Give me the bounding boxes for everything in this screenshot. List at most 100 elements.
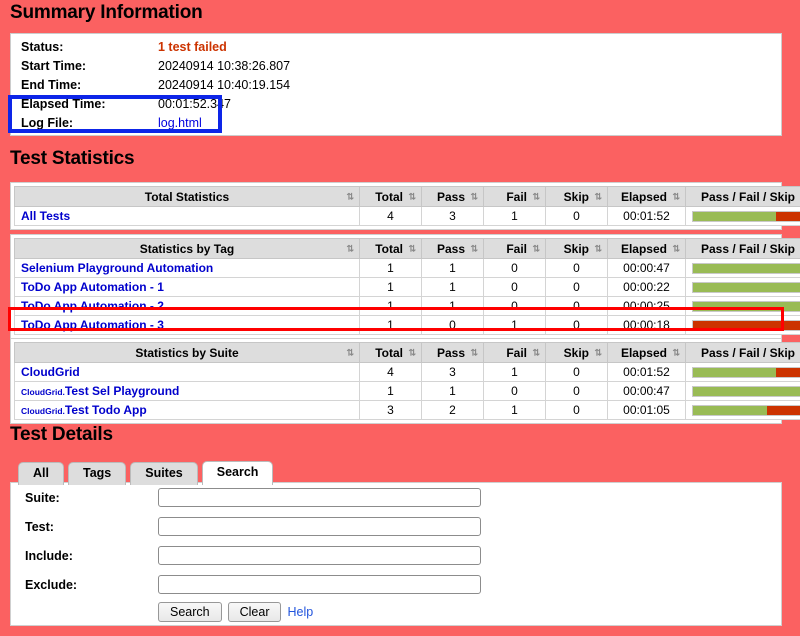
column-header-elapsed[interactable]: Elapsed ⇅ xyxy=(607,186,686,207)
progress-bar xyxy=(692,366,800,378)
row-name-link[interactable]: ToDo App Automation - 1 xyxy=(21,280,164,294)
search-input-exclude[interactable] xyxy=(158,575,481,594)
column-header-graph[interactable]: Pass / Fail / Skip xyxy=(685,342,800,363)
table-row: ToDo App Automation - 1 1 1 0 0 00:00:22 xyxy=(14,277,800,297)
search-input-test[interactable] xyxy=(158,517,481,536)
search-field-row: Exclude: xyxy=(11,570,781,599)
column-header-fail[interactable]: Fail ⇅ xyxy=(483,238,546,259)
tab-suites[interactable]: Suites xyxy=(130,462,198,485)
row-name-cell: CloudGrid.Test Sel Playground xyxy=(14,381,360,401)
cell-pass-fail-bar xyxy=(685,277,800,297)
sort-arrows-icon[interactable]: ⇅ xyxy=(672,192,680,201)
sort-arrows-icon[interactable]: ⇅ xyxy=(408,192,416,201)
row-name-cell: CloudGrid xyxy=(14,362,360,382)
row-name-link[interactable]: Test Todo App xyxy=(65,403,147,417)
progress-bar xyxy=(692,319,800,331)
sort-arrows-icon[interactable]: ⇅ xyxy=(470,244,478,253)
cell-skip: 0 xyxy=(545,277,608,297)
cell-total: 1 xyxy=(359,277,422,297)
log-file-link[interactable]: log.html xyxy=(158,116,202,130)
cell-total: 1 xyxy=(359,296,422,316)
sort-arrows-icon[interactable]: ⇅ xyxy=(532,244,540,253)
column-header-label: Fail xyxy=(506,189,527,204)
tab-tags[interactable]: Tags xyxy=(67,462,127,485)
row-name-link[interactable]: CloudGrid xyxy=(21,365,80,379)
row-name-link[interactable]: All Tests xyxy=(21,209,70,223)
sort-arrows-icon[interactable]: ⇅ xyxy=(346,244,354,253)
column-header-label: Elapsed xyxy=(620,241,667,256)
sort-arrows-icon[interactable]: ⇅ xyxy=(672,244,680,253)
suite-parent-prefix: CloudGrid. xyxy=(21,387,65,397)
table-row: CloudGrid.Test Sel Playground 1 1 0 0 00:00:4… xyxy=(14,381,800,401)
column-header-label: Fail xyxy=(506,241,527,256)
column-header-total[interactable]: Total ⇅ xyxy=(359,238,422,259)
cell-elapsed: 00:00:22 xyxy=(607,277,686,297)
summary-value-text: 20240914 10:40:19.154 xyxy=(158,78,291,92)
column-header-fail[interactable]: Fail ⇅ xyxy=(483,342,546,363)
column-header-pass[interactable]: Pass ⇅ xyxy=(421,342,484,363)
summary-row-label: Start Time: xyxy=(21,59,87,73)
column-header-label: Skip xyxy=(563,189,589,204)
row-name-link[interactable]: Test Sel Playground xyxy=(65,384,179,398)
column-header-graph[interactable]: Pass / Fail / Skip xyxy=(685,238,800,259)
tag-statistics-table: Statistics by Tag ⇅ Total ⇅ Pass ⇅ Fail ⇅ Skip ⇅ E… xyxy=(10,234,800,339)
summary-value-text: 00:01:52.347 xyxy=(158,97,231,111)
cell-fail: 1 xyxy=(483,362,546,382)
column-header-name[interactable]: Statistics by Suite ⇅ xyxy=(14,342,360,363)
summary-row: Log File: log.html xyxy=(11,114,781,133)
row-name-link[interactable]: ToDo App Automation - 2 xyxy=(21,299,164,313)
column-header-skip[interactable]: Skip ⇅ xyxy=(545,342,608,363)
sort-arrows-icon[interactable]: ⇅ xyxy=(594,348,602,357)
summary-row-label: Elapsed Time: xyxy=(21,97,106,111)
column-header-skip[interactable]: Skip ⇅ xyxy=(545,186,608,207)
sort-arrows-icon[interactable]: ⇅ xyxy=(594,244,602,253)
search-input-include[interactable] xyxy=(158,546,481,565)
column-header-name[interactable]: Total Statistics ⇅ xyxy=(14,186,360,207)
clear-button[interactable]: Clear xyxy=(227,602,282,622)
column-header-label: Statistics by Tag xyxy=(139,241,235,256)
column-header-pass[interactable]: Pass ⇅ xyxy=(421,186,484,207)
column-header-elapsed[interactable]: Elapsed ⇅ xyxy=(607,238,686,259)
cell-pass-fail-bar xyxy=(685,206,800,226)
cell-elapsed: 00:01:52 xyxy=(607,362,686,382)
sort-arrows-icon[interactable]: ⇅ xyxy=(532,192,540,201)
cell-pass-fail-bar xyxy=(685,381,800,401)
sort-arrows-icon[interactable]: ⇅ xyxy=(470,192,478,201)
column-header-total[interactable]: Total ⇅ xyxy=(359,342,422,363)
sort-arrows-icon[interactable]: ⇅ xyxy=(594,192,602,201)
sort-arrows-icon[interactable]: ⇅ xyxy=(346,192,354,201)
tab-search[interactable]: Search xyxy=(201,461,274,485)
cell-pass-fail-bar xyxy=(685,258,800,278)
column-header-name[interactable]: Statistics by Tag ⇅ xyxy=(14,238,360,259)
tab-all[interactable]: All xyxy=(18,462,64,485)
search-field-row: Test: xyxy=(11,512,781,541)
suite-parent-prefix: CloudGrid. xyxy=(21,406,65,416)
column-header-graph[interactable]: Pass / Fail / Skip xyxy=(685,186,800,207)
row-name-cell: ToDo App Automation - 3 xyxy=(14,315,360,335)
cell-fail: 1 xyxy=(483,315,546,335)
row-name-link[interactable]: ToDo App Automation - 3 xyxy=(21,318,164,332)
sort-arrows-icon[interactable]: ⇅ xyxy=(672,348,680,357)
sort-arrows-icon[interactable]: ⇅ xyxy=(408,348,416,357)
column-header-label: Pass / Fail / Skip xyxy=(700,189,796,204)
row-name-link[interactable]: Selenium Playground Automation xyxy=(21,261,213,275)
column-header-pass[interactable]: Pass ⇅ xyxy=(421,238,484,259)
column-header-skip[interactable]: Skip ⇅ xyxy=(545,238,608,259)
help-link[interactable]: Help xyxy=(287,605,313,619)
summary-row-value: 20240914 10:38:26.807 xyxy=(148,57,781,76)
column-header-fail[interactable]: Fail ⇅ xyxy=(483,186,546,207)
table-row: All Tests 4 3 1 0 00:01:52 xyxy=(14,206,800,226)
sort-arrows-icon[interactable]: ⇅ xyxy=(470,348,478,357)
cell-skip: 0 xyxy=(545,258,608,278)
search-button[interactable]: Search xyxy=(158,602,222,622)
row-name-cell: Selenium Playground Automation xyxy=(14,258,360,278)
column-header-label: Total xyxy=(375,241,403,256)
column-header-elapsed[interactable]: Elapsed ⇅ xyxy=(607,342,686,363)
search-input-suite[interactable] xyxy=(158,488,481,507)
column-header-label: Statistics by Suite xyxy=(135,345,239,360)
sort-arrows-icon[interactable]: ⇅ xyxy=(346,348,354,357)
column-header-total[interactable]: Total ⇅ xyxy=(359,186,422,207)
sort-arrows-icon[interactable]: ⇅ xyxy=(532,348,540,357)
summary-row-value[interactable]: log.html xyxy=(148,114,781,133)
sort-arrows-icon[interactable]: ⇅ xyxy=(408,244,416,253)
